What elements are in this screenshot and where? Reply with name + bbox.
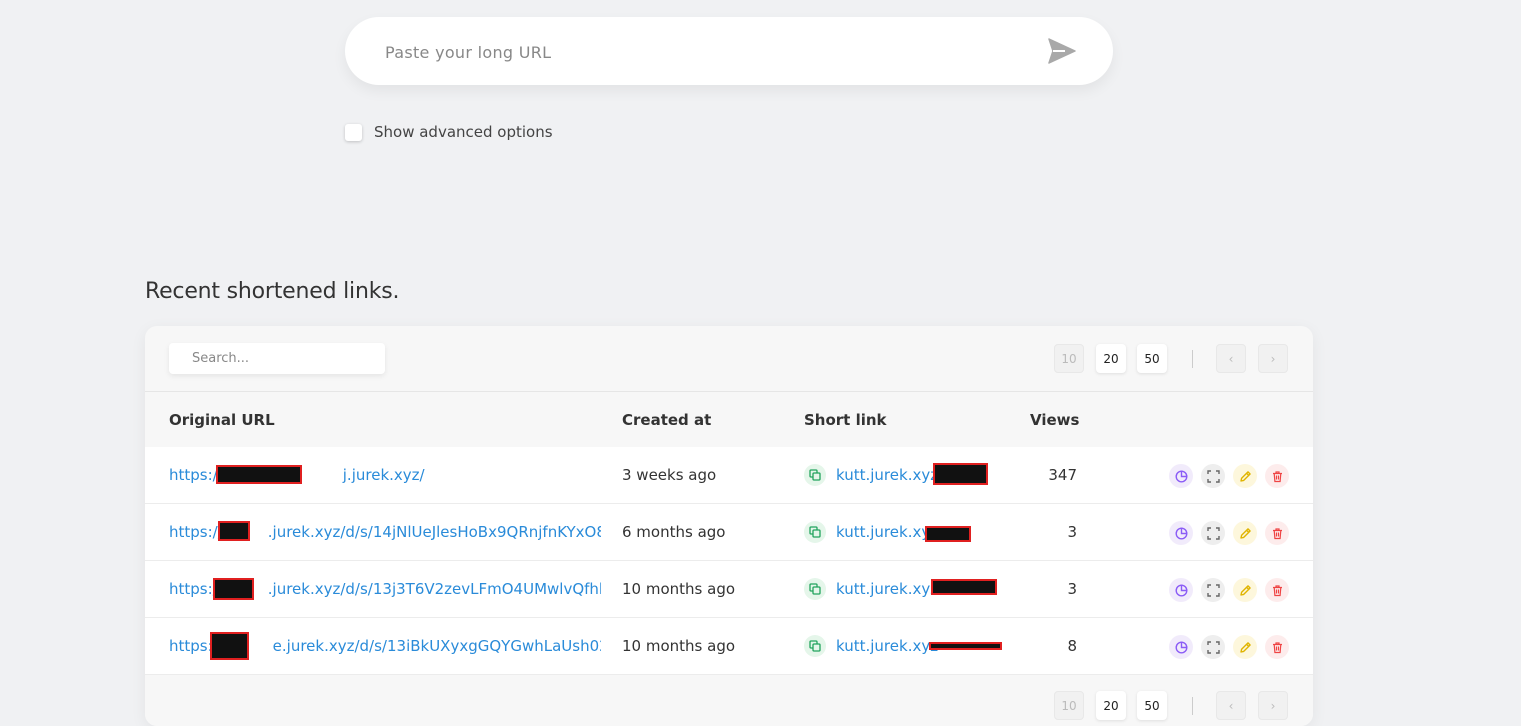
header-short-link: Short link <box>804 411 887 429</box>
qr-code-button[interactable] <box>1201 578 1225 602</box>
pie-chart-icon <box>1174 469 1188 483</box>
redaction-box <box>925 526 971 542</box>
edit-button[interactable] <box>1233 578 1257 602</box>
page-size-10-button[interactable]: 10 <box>1054 691 1084 720</box>
redaction-box <box>213 578 254 600</box>
table-footer: 10 20 50 ‹ › <box>145 675 1313 726</box>
edit-button[interactable] <box>1233 635 1257 659</box>
edit-button[interactable] <box>1233 464 1257 488</box>
qr-code-button[interactable] <box>1201 521 1225 545</box>
redaction-box <box>210 632 249 660</box>
stats-button[interactable] <box>1169 464 1193 488</box>
created-at: 10 months ago <box>622 580 736 598</box>
next-page-button[interactable]: › <box>1258 344 1288 373</box>
qr-code-button[interactable] <box>1201 635 1225 659</box>
qr-code-button[interactable] <box>1201 464 1225 488</box>
views-count: 8 <box>1067 637 1077 655</box>
trash-icon <box>1272 641 1282 653</box>
pie-chart-icon <box>1174 583 1188 597</box>
expand-icon <box>1206 469 1220 483</box>
submit-button[interactable] <box>1047 37 1077 65</box>
copy-icon <box>809 640 821 652</box>
table-row: https:// .jurek.xyz/d/s/13j3T6V2zevLFmO4… <box>145 561 1313 618</box>
search-input[interactable] <box>169 343 385 374</box>
pencil-icon <box>1239 470 1251 482</box>
prev-page-button[interactable]: ‹ <box>1216 691 1246 720</box>
stats-button[interactable] <box>1169 635 1193 659</box>
redaction-box <box>218 521 250 541</box>
stats-button[interactable] <box>1169 521 1193 545</box>
copy-button[interactable] <box>804 521 826 543</box>
table-row: https:// j.jurek.xyz/ 3 weeks ago kutt.j… <box>145 447 1313 504</box>
header-created-at: Created at <box>622 411 712 429</box>
table-row: https:// .jurek.xyz/d/s/14jNlUeJlesHoBx9… <box>145 504 1313 561</box>
page-size-10-button[interactable]: 10 <box>1054 344 1084 373</box>
header-original-url: Original URL <box>169 411 275 429</box>
table-toolbar: 10 20 50 ‹ › <box>145 326 1313 391</box>
table-header: Original URL Created at Short link Views <box>145 391 1313 449</box>
pencil-icon <box>1239 641 1251 653</box>
copy-button[interactable] <box>804 578 826 600</box>
advanced-options-label: Show advanced options <box>374 123 553 141</box>
long-url-input[interactable] <box>383 17 1027 87</box>
expand-icon <box>1206 526 1220 540</box>
copy-button[interactable] <box>804 464 826 486</box>
redaction-box <box>933 463 988 485</box>
pagination-divider <box>1192 350 1193 368</box>
expand-icon <box>1206 583 1220 597</box>
table-body: https:// j.jurek.xyz/ 3 weeks ago kutt.j… <box>145 447 1313 675</box>
copy-icon <box>809 469 821 481</box>
created-at: 6 months ago <box>622 523 726 541</box>
views-count: 3 <box>1067 580 1077 598</box>
redaction-box <box>929 642 1002 650</box>
trash-icon <box>1272 470 1282 482</box>
trash-icon <box>1272 584 1282 596</box>
links-table: 10 20 50 ‹ › Original URL Created at Sho… <box>145 326 1313 726</box>
pagination-divider <box>1192 697 1193 715</box>
expand-icon <box>1206 640 1220 654</box>
pencil-icon <box>1239 584 1251 596</box>
created-at: 10 months ago <box>622 637 736 655</box>
copy-button[interactable] <box>804 635 826 657</box>
pie-chart-icon <box>1174 640 1188 654</box>
edit-button[interactable] <box>1233 521 1257 545</box>
prev-page-button[interactable]: ‹ <box>1216 344 1246 373</box>
pencil-icon <box>1239 527 1251 539</box>
section-title: Recent shortened links. <box>145 279 400 304</box>
delete-button[interactable] <box>1265 464 1289 488</box>
trash-icon <box>1272 527 1282 539</box>
redaction-box <box>931 579 997 595</box>
short-link[interactable]: kutt.jurek.xy <box>836 504 998 560</box>
advanced-options-checkbox[interactable] <box>345 123 362 141</box>
next-page-button[interactable]: › <box>1258 691 1288 720</box>
delete-button[interactable] <box>1265 578 1289 602</box>
table-row: https: e.jurek.xyz/d/s/13iBkUXyxgGQYGwhL… <box>145 618 1313 675</box>
stats-button[interactable] <box>1169 578 1193 602</box>
views-count: 3 <box>1067 523 1077 541</box>
page-size-50-button[interactable]: 50 <box>1137 691 1167 720</box>
pie-chart-icon <box>1174 526 1188 540</box>
url-form <box>345 17 1113 87</box>
advanced-options-toggle[interactable]: Show advanced options <box>345 122 553 142</box>
redaction-box <box>216 465 302 484</box>
send-icon <box>1048 38 1076 64</box>
delete-button[interactable] <box>1265 521 1289 545</box>
copy-icon <box>809 583 821 595</box>
page-size-20-button[interactable]: 20 <box>1096 691 1126 720</box>
copy-icon <box>809 526 821 538</box>
page-size-20-button[interactable]: 20 <box>1096 344 1126 373</box>
header-views: Views <box>1030 411 1080 429</box>
delete-button[interactable] <box>1265 635 1289 659</box>
created-at: 3 weeks ago <box>622 466 717 484</box>
views-count: 347 <box>1048 466 1077 484</box>
page-size-50-button[interactable]: 50 <box>1137 344 1167 373</box>
